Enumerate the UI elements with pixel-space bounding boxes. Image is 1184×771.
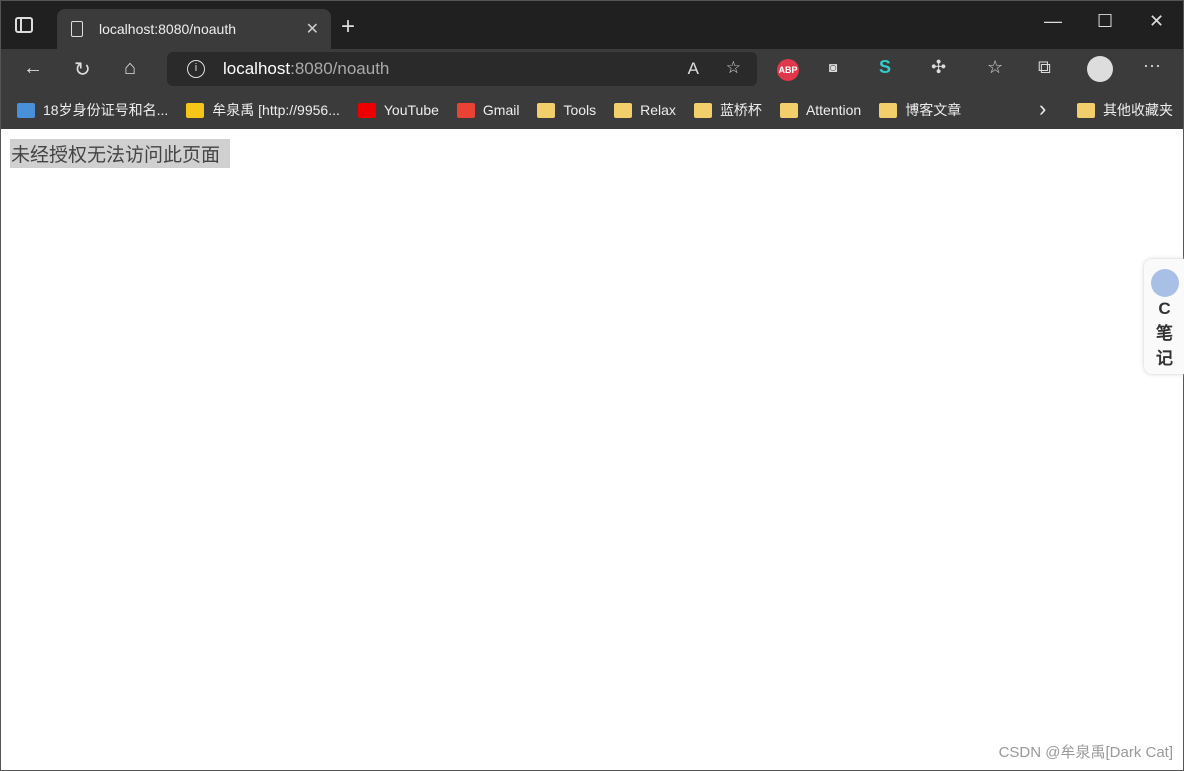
other-bookmarks[interactable]: 其他收藏夹 [1077,100,1173,120]
folder-icon [693,102,712,118]
close-window-button[interactable]: ✕ [1149,11,1164,32]
gmail-icon [456,102,475,118]
youtube-icon [357,102,376,118]
folder-icon [779,102,798,118]
tab-active[interactable]: localhost:8080/noauth ✕ [57,9,331,49]
bookmark-label: 蓝桥杯 [719,102,762,118]
unauthorized-message: 未经授权无法访问此页面 [10,139,231,168]
s2-extension-icon[interactable]: S [879,57,891,78]
bookmark-label: 牟泉禹 [http://9956... [212,102,340,118]
back-icon[interactable]: ← [23,57,43,80]
bookmark-label: Attention [805,102,862,118]
bookmark-item[interactable]: YouTube [357,102,439,118]
bookmark-item[interactable]: Gmail [456,102,520,118]
address-host: localhost [223,59,291,78]
bookmark-label: 18岁身份证号和名... [43,102,169,118]
extensions-icon[interactable]: ✣ [931,57,946,78]
refresh-icon[interactable]: ↻ [74,57,91,82]
widget-label: 记 [1156,349,1173,368]
folder-icon [1077,102,1095,118]
minimize-button[interactable]: — [1044,11,1062,32]
bookmark-item[interactable]: 牟泉禹 [http://9956... [186,100,340,120]
c-notes-widget[interactable]: C 笔 记 [1144,259,1184,374]
bookmark-item[interactable]: Attention [779,102,862,118]
bookmark-label: Relax [640,102,676,118]
avatar[interactable] [1087,56,1113,82]
widget-label: 笔 [1156,324,1173,343]
folder-icon [537,102,556,118]
info-icon[interactable]: i [187,60,205,78]
more-icon[interactable]: ··· [1143,55,1161,76]
widget-label: C [1158,299,1171,318]
address-path: :8080/noauth [290,59,390,78]
page-icon [71,21,83,37]
bookmark-label: Tools [563,102,597,118]
bookmarks-bar: 18岁身份证号和名... 牟泉禹 [http://9956... YouTube Gm… [1,91,1183,129]
abp-extension-icon[interactable]: ABP [777,59,799,81]
favorite-add-icon[interactable]: ☆ [726,58,741,78]
cha-icon [17,102,35,118]
bookmark-item[interactable]: 博客文章 [879,100,961,120]
collections-icon[interactable]: ⧉ [1038,57,1051,78]
home-icon[interactable]: ⌂ [124,57,136,80]
bookmark-item[interactable]: Relax [614,102,676,118]
ghost-extension-icon[interactable]: ◙ [829,59,837,75]
bookmark-label: 其他收藏夹 [1103,102,1173,118]
bookmark-label: YouTube [383,102,439,118]
tab-actions-icon[interactable] [15,17,33,33]
bookmark-label: Gmail [482,102,520,118]
tab-title: localhost:8080/noauth [99,21,236,37]
maximize-button[interactable]: ☐ [1097,11,1113,32]
bookmark-label: 博客文章 [905,102,962,118]
folder-icon [614,102,633,118]
title-bar: localhost:8080/noauth ✕ + — ☐ ✕ [1,1,1183,49]
star-icon [186,102,205,118]
chevron-right-icon[interactable]: › [1039,96,1046,122]
new-tab-button[interactable]: + [341,13,355,41]
address-bar[interactable]: i localhost:8080/noauth A ☆ [167,52,757,86]
favorites-icon[interactable]: ☆ [987,57,1003,78]
watermark: CSDN @牟泉禹[Dark Cat] [998,744,1173,761]
notes-logo-icon [1150,269,1179,297]
bookmark-item[interactable]: Tools [537,102,596,118]
close-tab-icon[interactable]: ✕ [306,19,319,39]
folder-icon [879,102,898,118]
bookmark-item[interactable]: 蓝桥杯 [693,100,762,120]
read-aloud-icon[interactable]: A [688,59,699,79]
toolbar: ← ↻ ⌂ i localhost:8080/noauth A ☆ ABP ◙ … [1,49,1183,91]
bookmark-item[interactable]: 18岁身份证号和名... [17,100,168,120]
